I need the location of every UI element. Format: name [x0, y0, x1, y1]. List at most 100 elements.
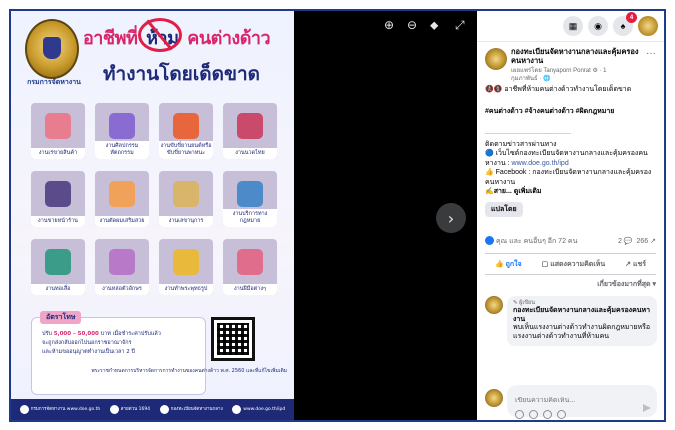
comment-button[interactable]: ▢ แสดงความคิดเห็น [542, 259, 606, 270]
occupation-tile: งานหล่อตัวอักษร [95, 239, 149, 295]
post-website-line: 🔵 เว็บไซต์กองทะเบียนจัดหางานกลางและคุ้มค… [485, 149, 656, 168]
account-avatar[interactable] [638, 16, 658, 36]
occupation-illustration-icon [109, 249, 135, 275]
occupation-label: งานนวดไทย [223, 148, 277, 159]
like-label: ถูกใจ [505, 260, 522, 268]
link-icon [232, 405, 242, 414]
occupation-label: งานเร่ขายสินค้า [31, 148, 85, 159]
penalty-line-1: บาท เมื่อชำระค่าปรับแล้ว [100, 331, 161, 337]
likes-count[interactable]: คุณ และ คนอื่นๆ อีก 72 คน [485, 236, 577, 247]
occupation-label: งานทำพระพุทธรูป [159, 284, 213, 295]
occupation-label: งานศิลปกรรมหัตถกรรม [95, 141, 149, 159]
comment-input[interactable] [515, 397, 645, 404]
comment-label: แสดงความคิดเห็น [550, 260, 606, 268]
page-name-link[interactable]: กองทะเบียนจัดหางานกลางและคุ้มครองคนหางาน [511, 47, 639, 65]
occupation-tile: งานนวดไทย [223, 103, 277, 159]
post-body: 🚷🚷 อาชีพที่ห้ามคนต่างด้าวทำงานโดยเด็ดขาด… [477, 83, 664, 219]
engagement-counts: 2 💬 266 ↗ [618, 237, 656, 245]
occupation-illustration-icon [45, 113, 71, 139]
phone-icon [109, 405, 119, 414]
footer-hotline: สายด่วน 1694 [109, 405, 150, 414]
occupation-illustration-icon [237, 181, 263, 207]
tag-icon[interactable]: ⬥ [430, 19, 438, 31]
camera-icon[interactable] [529, 410, 538, 419]
gif-icon[interactable] [543, 410, 552, 419]
qr-code-icon [211, 317, 255, 361]
notifications-bell-icon[interactable]: ♠ 4 [613, 12, 637, 36]
occupation-label: งานตัดผมเสริมสวย [95, 216, 149, 227]
post-divider: ----------------------------------------… [485, 131, 571, 137]
reaction-summary: คุณ และ คนอื่นๆ อีก 72 คน 2 💬 266 ↗ [477, 233, 664, 249]
post-header: กองทะเบียนจัดหางานกลางและคุ้มครองคนหางาน… [477, 41, 664, 83]
comment-text: พบเห็นแรงงานต่างด้าวทำงานผิดกฎหมายหรือแร… [513, 324, 651, 340]
post-hashtags[interactable]: #คนต่างด้าว #จ้างคนต่างด้าว #ผิดกฎหมาย [485, 107, 656, 117]
send-icon[interactable] [643, 404, 651, 412]
post-side-panel: ▦ ◉ ♠ 4 กองทะเบียนจัดหางานกลางและคุ้มครอง… [477, 11, 664, 420]
composer-tools [515, 410, 649, 419]
occupation-label: งานเลขานุการ [159, 216, 213, 227]
occupation-tile: งานบริการทางกฎหมาย [223, 171, 277, 227]
messenger-icon[interactable]: ◉ [588, 16, 608, 36]
occupation-tile: งานขับขี่ยานยนต์หรือขับขี่ยานพาหนะ [159, 103, 213, 159]
occupation-illustration-icon [237, 113, 263, 139]
comment-input-box[interactable] [507, 385, 657, 419]
occupation-tile: งานฝีมือต่างๆ [223, 239, 277, 295]
occupation-illustration-icon [45, 249, 71, 275]
facebook-icon [159, 405, 169, 414]
comment-sort-dropdown[interactable]: เกี่ยวข้องมากที่สุด ▾ [477, 275, 664, 294]
occupation-tile: งานศิลปกรรมหัตถกรรม [95, 103, 149, 159]
headline-ban-word: ห้าม [138, 18, 183, 52]
share-button[interactable]: ↗ แชร์ [625, 259, 646, 270]
commenter-avatar[interactable] [485, 296, 503, 314]
like-button[interactable]: 👍 ถูกใจ [495, 259, 522, 270]
globe-icon [19, 405, 29, 414]
next-photo-button[interactable]: › [436, 203, 466, 233]
comments-count[interactable]: 2 💬 [618, 238, 633, 245]
composer-avatar [485, 389, 503, 407]
footer-text: กรมการจัดหางาน www.doe.go.th [30, 406, 101, 412]
comment-item: ✎ ผู้เขียน กองทะเบียนจัดหางานกลางและคุ้ม… [485, 296, 657, 348]
photo-viewer-window: กรมการจัดหางาน อาชีพที่ ห้าม คนต่างด้าว … [9, 9, 666, 422]
post-meta: เผยแพร่โดย Tanyaporn Ponrat ⚙ · 1 กุมภาพ… [511, 67, 641, 83]
fullscreen-icon[interactable]: ⤢ [455, 19, 465, 31]
website-link[interactable]: www.doe.go.th/ipd [512, 160, 569, 167]
footer-text: กองทะเบียนจัดหางานกลาง [170, 406, 223, 412]
occupation-illustration-icon [173, 181, 199, 207]
headline-part-b: คนต่างด้าว [187, 28, 271, 49]
likes-text: คุณ และ คนอื่นๆ อีก 72 คน [496, 237, 578, 245]
occupation-illustration-icon [173, 249, 199, 275]
footer-text: www.doe.go.th/ipd [243, 406, 286, 412]
penalty-line-3: และห้ามขออนุญาตทำงานเป็นเวลา 2 ปี [42, 349, 135, 355]
comment-author-link[interactable]: กองทะเบียนจัดหางานกลางและคุ้มครองคนหางาน [513, 307, 651, 324]
penalty-prefix: ปรับ [42, 331, 54, 337]
menu-grid-icon[interactable]: ▦ [563, 16, 583, 36]
see-more-link[interactable]: ✍สาย... ดูเพิ่มเติม [485, 187, 656, 197]
law-reference: พระราชกำหนดการบริหารจัดการการทำงานของคนต… [91, 368, 287, 374]
more-options-icon[interactable]: ··· [646, 48, 656, 59]
occupation-illustration-icon [45, 181, 71, 207]
zoom-in-icon[interactable]: ⊕ [384, 19, 394, 31]
post-contact-line: ติดตามข่าวสารผ่านทาง [485, 140, 557, 148]
occupation-tile: งานทำพระพุทธรูป [159, 239, 213, 295]
notification-count-badge: 4 [626, 12, 637, 23]
page-avatar[interactable] [485, 48, 507, 70]
zoom-out-icon[interactable]: ⊖ [407, 19, 417, 31]
poster-footer: กรมการจัดหางาน www.doe.go.th สายด่วน 169… [11, 399, 294, 420]
occupation-label: งานขับขี่ยานยนต์หรือขับขี่ยานพาหนะ [159, 141, 213, 159]
post-date-line[interactable]: กุมภาพันธ์ · 🌐 [511, 75, 641, 83]
occupation-label: งานบริการทางกฎหมาย [223, 209, 277, 227]
post-action-bar: 👍 ถูกใจ ▢ แสดงความคิดเห็น ↗ แชร์ [485, 253, 656, 275]
poster-org-name: กรมการจัดหางาน [27, 78, 81, 86]
emoji-icon[interactable] [515, 410, 524, 419]
poster-headline: อาชีพที่ ห้าม คนต่างด้าว [83, 18, 271, 52]
poster-image: กรมการจัดหางาน อาชีพที่ ห้าม คนต่างด้าว … [11, 11, 294, 420]
penalty-title: อัตราโทษ [40, 311, 82, 324]
image-viewer-backdrop: ⊕ ⊖ ⬥ ⤢ › [294, 11, 477, 420]
sticker-icon[interactable] [557, 410, 566, 419]
post-text-intro: 🚷🚷 อาชีพที่ห้ามคนต่างด้าวทำงานโดยเด็ดขาด [485, 86, 632, 93]
translate-button[interactable]: แปลโดย [485, 201, 523, 217]
penalty-text: ปรับ 5,000 – 50,000 บาท เมื่อชำระค่าปรับ… [42, 330, 200, 357]
occupation-illustration-icon [237, 249, 263, 275]
footer-url: www.doe.go.th/ipd [232, 405, 285, 414]
shares-count[interactable]: 266 ↗ [637, 238, 657, 245]
